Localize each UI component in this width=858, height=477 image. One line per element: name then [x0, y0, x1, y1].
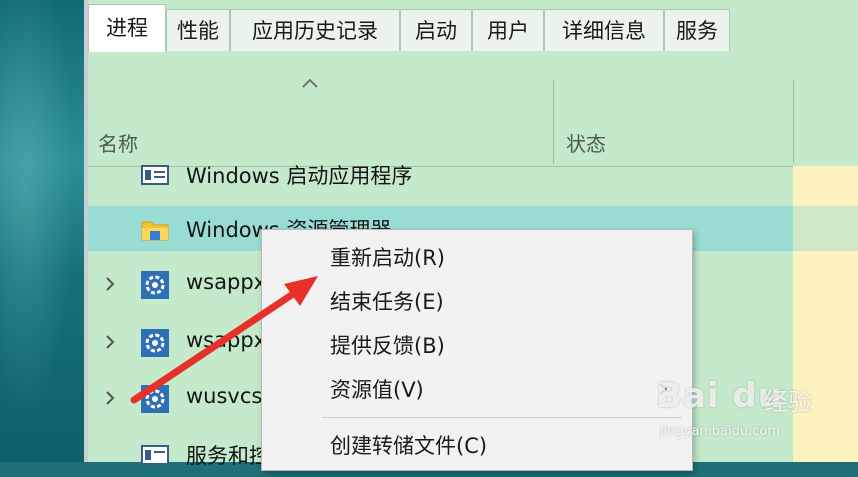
menu-item-create-dump[interactable]: 创建转储文件(C)	[262, 424, 692, 464]
folder-icon	[141, 221, 169, 241]
process-name: wsappx	[186, 270, 267, 294]
menu-separator	[322, 417, 682, 418]
gear-icon	[141, 385, 169, 413]
process-name: Windows 启动应用程序	[186, 164, 413, 188]
gear-icon	[141, 329, 169, 357]
menu-item-label: 创建转储文件(C)	[330, 434, 488, 458]
tab-users[interactable]: 用户	[472, 9, 544, 51]
expand-chevron-icon[interactable]	[104, 276, 116, 292]
tab-processes[interactable]: 进程	[88, 4, 166, 52]
menu-item-label: 提供反馈(B)	[330, 334, 445, 358]
menu-item-feedback[interactable]: 提供反馈(B)	[262, 324, 692, 364]
menu-item-resource-values[interactable]: 资源值(V)	[262, 368, 692, 408]
column-divider[interactable]	[793, 80, 794, 164]
process-name: wusvcs	[186, 384, 263, 408]
expand-chevron-icon[interactable]	[104, 390, 116, 406]
selected-status-cell	[793, 206, 858, 251]
menu-item-restart[interactable]: 重新启动(R)	[262, 236, 692, 276]
baidu-watermark: Bai du 经验 jingyan.baidu.com	[656, 372, 856, 452]
gear-icon	[141, 271, 169, 299]
watermark-suffix: 经验	[764, 388, 812, 416]
tab-details[interactable]: 详细信息	[544, 9, 664, 51]
watermark-url: jingyan.baidu.com	[660, 424, 780, 439]
app-window-icon	[141, 165, 169, 185]
sort-ascending-icon[interactable]	[300, 76, 320, 90]
tab-app-history[interactable]: 应用历史记录	[230, 9, 400, 51]
expand-chevron-icon[interactable]	[104, 334, 116, 350]
menu-item-end-task[interactable]: 结束任务(E)	[262, 280, 692, 320]
context-menu: 重新启动(R) 结束任务(E) 提供反馈(B) 资源值(V) 创建转储文件(C)	[261, 229, 693, 471]
tab-services[interactable]: 服务	[664, 9, 730, 51]
tab-bar: 进程 性能 应用历史记录 启动 用户 详细信息 服务	[88, 0, 858, 53]
column-header: 名称 状态	[88, 52, 858, 167]
app-window-icon	[141, 445, 169, 465]
desktop-background	[0, 0, 84, 462]
tab-performance[interactable]: 性能	[166, 9, 230, 51]
process-row-windows-startup[interactable]: Windows 启动应用程序	[88, 152, 793, 197]
menu-item-label: 资源值(V)	[330, 378, 424, 402]
tab-startup[interactable]: 启动	[400, 9, 472, 51]
process-name: wsappx	[186, 328, 267, 352]
menu-item-label: 结束任务(E)	[330, 290, 444, 314]
menu-item-label: 重新启动(R)	[330, 246, 445, 270]
